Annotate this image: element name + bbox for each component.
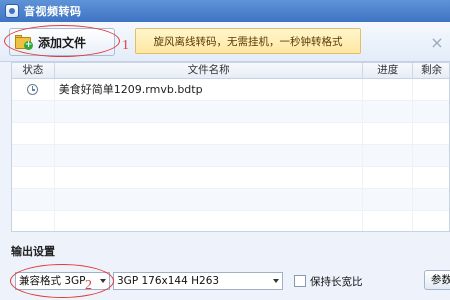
clock-icon: [27, 84, 39, 95]
empty-row: [12, 211, 449, 231]
empty-row: [12, 123, 449, 145]
file-list[interactable]: 状态 文件名称 进度 剩余 美食好简单1209.rmvb.bdtp: [11, 62, 450, 232]
promo-banner[interactable]: 旋风离线转码，无需挂机，一秒钟转格式: [135, 28, 361, 54]
profile-select[interactable]: 3GP 176x144 H263: [113, 272, 283, 290]
list-header: 状态 文件名称 进度 剩余: [12, 63, 449, 79]
empty-row: [12, 167, 449, 189]
keep-ratio-label: 保持长宽比: [310, 276, 363, 288]
progress-cell: [363, 79, 414, 101]
annotation-number-2: 2: [85, 278, 92, 293]
annotation-ellipse-2: [10, 264, 114, 298]
output-settings-title: 输出设置: [11, 245, 55, 258]
keep-ratio-checkbox[interactable]: [294, 275, 306, 287]
empty-row: [12, 101, 449, 123]
empty-row: [12, 145, 449, 167]
params-button[interactable]: 参数: [424, 270, 450, 290]
app-icon: [5, 4, 19, 18]
title-bar: 音视频转码: [0, 0, 450, 22]
column-header-progress[interactable]: 进度: [363, 63, 414, 78]
remaining-cell: [413, 79, 449, 101]
column-header-remaining[interactable]: 剩余: [413, 63, 449, 78]
chevron-down-icon: [273, 279, 279, 283]
close-icon[interactable]: ×: [430, 35, 444, 51]
profile-select-value: 3GP 176x144 H263: [117, 275, 220, 287]
table-row[interactable]: 美食好简单1209.rmvb.bdtp: [12, 79, 449, 101]
empty-row: [12, 189, 449, 211]
promo-text: 旋风离线转码，无需挂机，一秒钟转格式: [153, 35, 343, 48]
annotation-number-1: 1: [122, 38, 129, 53]
file-name-cell: 美食好简单1209.rmvb.bdtp: [55, 79, 364, 101]
column-header-status[interactable]: 状态: [12, 63, 55, 78]
window-title: 音视频转码: [24, 5, 82, 18]
annotation-ellipse-1: [4, 25, 120, 57]
column-header-filename[interactable]: 文件名称: [55, 63, 364, 78]
